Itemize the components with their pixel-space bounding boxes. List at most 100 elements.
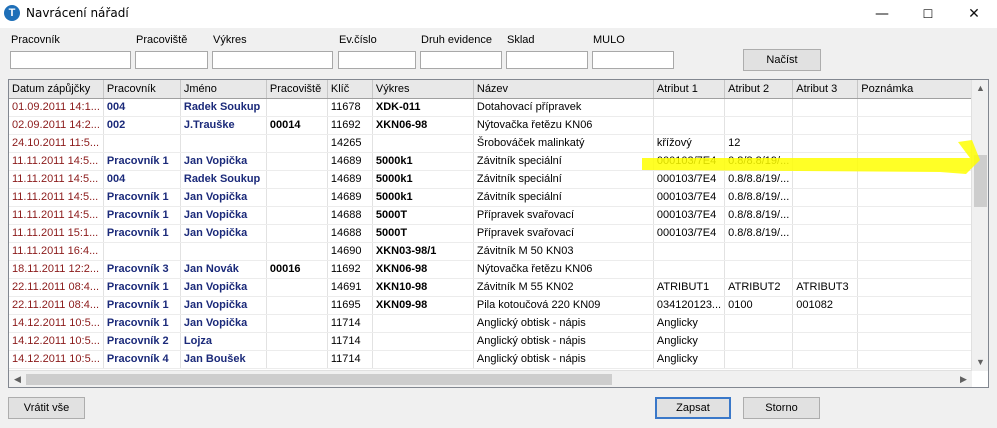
pracoviste-label: Pracoviště bbox=[136, 34, 188, 46]
cell-atribut2 bbox=[724, 350, 794, 369]
tool-app-icon: T bbox=[4, 5, 20, 21]
tools-grid[interactable]: Datum zápůjčky Pracovník Jméno Pracovišt… bbox=[8, 79, 989, 388]
evcislo-input[interactable] bbox=[338, 51, 416, 69]
table-row[interactable]: 11.11.2011 15:1... Pracovník 1 Jan Vopička… bbox=[9, 224, 984, 243]
cell-klic: 11692 bbox=[327, 116, 373, 135]
cell-pracoviste bbox=[266, 152, 328, 171]
col-header-vykres[interactable]: Výkres bbox=[372, 80, 474, 99]
cell-poznamka bbox=[857, 134, 984, 153]
cell-atribut1 bbox=[653, 242, 726, 261]
horizontal-scroll-thumb[interactable] bbox=[26, 374, 612, 385]
cancel-button[interactable]: Storno bbox=[743, 397, 820, 419]
cell-atribut1: 000103/7E4 bbox=[653, 224, 726, 243]
scroll-up-icon[interactable]: ▲ bbox=[972, 80, 988, 97]
table-row[interactable]: 01.09.2011 14:1... 004 Radek Soukup 11678 XD… bbox=[9, 98, 984, 117]
col-header-klic[interactable]: Klíč bbox=[327, 80, 373, 99]
mulo-label: MULO bbox=[593, 34, 625, 46]
cell-atribut2: 0.8/8.8/19/... bbox=[724, 170, 794, 189]
cell-atribut1: Anglicky bbox=[653, 332, 726, 351]
cell-datum: 24.10.2011 11:5... bbox=[9, 134, 104, 153]
cell-atribut1: 000103/7E4 bbox=[653, 188, 726, 207]
horizontal-scrollbar[interactable]: ◀ ▶ bbox=[9, 370, 972, 387]
cell-poznamka bbox=[857, 170, 984, 189]
col-header-poznamka[interactable]: Poznámka bbox=[857, 80, 984, 99]
cell-klic: 14690 bbox=[327, 242, 373, 261]
table-row[interactable]: 22.11.2011 08:4... Pracovník 1 Jan Vopička… bbox=[9, 296, 984, 315]
druh-evidence-input[interactable] bbox=[420, 51, 502, 69]
cell-datum: 18.11.2011 12:2... bbox=[9, 260, 104, 279]
window-title: Navrácení nářadí bbox=[26, 6, 129, 20]
cell-pracoviste bbox=[266, 206, 328, 225]
table-row[interactable]: 14.12.2011 10:5... Pracovník 1 Jan Vopička… bbox=[9, 314, 984, 333]
cell-nazev: Dotahovací přípravek bbox=[473, 98, 654, 117]
col-header-atribut2[interactable]: Atribut 2 bbox=[724, 80, 794, 99]
maximize-button[interactable]: ☐ bbox=[905, 0, 951, 28]
cell-jmeno: Jan Vopička bbox=[180, 206, 267, 225]
cell-klic: 11714 bbox=[327, 314, 373, 333]
col-header-jmeno[interactable]: Jméno bbox=[180, 80, 267, 99]
col-header-nazev[interactable]: Název bbox=[473, 80, 654, 99]
return-all-button[interactable]: Vrátit vše bbox=[8, 397, 85, 419]
vertical-scroll-thumb[interactable] bbox=[974, 155, 987, 207]
cell-atribut3 bbox=[792, 152, 859, 171]
mulo-input[interactable] bbox=[592, 51, 674, 69]
col-header-datum[interactable]: Datum zápůjčky bbox=[9, 80, 104, 99]
pracovnik-input[interactable] bbox=[10, 51, 131, 69]
table-row[interactable]: 18.11.2011 12:2... Pracovník 3 Jan Novák 00… bbox=[9, 260, 984, 279]
cell-klic: 14689 bbox=[327, 170, 373, 189]
minimize-button[interactable]: — bbox=[859, 0, 905, 28]
header-row: Datum zápůjčky Pracovník Jméno Pracovišt… bbox=[9, 80, 984, 99]
table-row[interactable]: 14.12.2011 10:5... Pracovník 2 Lojza 11714 A… bbox=[9, 332, 984, 351]
cell-atribut1: 000103/7E4 bbox=[653, 152, 726, 171]
cell-datum: 14.12.2011 10:5... bbox=[9, 332, 104, 351]
table-row[interactable]: 11.11.2011 14:5... 004 Radek Soukup 14689 50… bbox=[9, 170, 984, 189]
col-header-atribut1[interactable]: Atribut 1 bbox=[653, 80, 726, 99]
cell-klic: 11714 bbox=[327, 332, 373, 351]
load-button[interactable]: Načíst bbox=[743, 49, 821, 71]
cell-pracovnik bbox=[103, 242, 181, 261]
table-row[interactable]: 11.11.2011 14:5... Pracovník 1 Jan Vopička… bbox=[9, 152, 984, 171]
cell-nazev: Nýtovačka řetězu KN06 bbox=[473, 116, 654, 135]
cell-jmeno: J.Trauške bbox=[180, 116, 267, 135]
cell-atribut3 bbox=[792, 224, 859, 243]
cell-poznamka bbox=[857, 188, 984, 207]
cell-atribut2: 12 bbox=[724, 134, 794, 153]
cell-poznamka bbox=[857, 116, 984, 135]
col-header-atribut3[interactable]: Atribut 3 bbox=[792, 80, 859, 99]
table-row[interactable]: 11.11.2011 14:5... Pracovník 1 Jan Vopička… bbox=[9, 188, 984, 207]
cell-datum: 11.11.2011 14:5... bbox=[9, 188, 104, 207]
table-row[interactable]: 02.09.2011 14:2... 002 J.Trauške 00014 11692… bbox=[9, 116, 984, 135]
scroll-left-icon[interactable]: ◀ bbox=[9, 371, 26, 387]
cell-pracovnik: Pracovník 1 bbox=[103, 296, 181, 315]
cell-atribut1: 000103/7E4 bbox=[653, 206, 726, 225]
table-row[interactable]: 11.11.2011 14:5... Pracovník 1 Jan Vopička… bbox=[9, 206, 984, 225]
cell-jmeno: Jan Boušek bbox=[180, 350, 267, 369]
cell-atribut1: ATRIBUT1 bbox=[653, 278, 726, 297]
table-row[interactable]: 11.11.2011 16:4... 14690 XKN03-98/1 Závitní… bbox=[9, 242, 984, 261]
cell-atribut3 bbox=[792, 134, 859, 153]
table-row[interactable]: 14.12.2011 10:5... Pracovník 4 Jan Boušek 1… bbox=[9, 350, 984, 369]
cell-vykres: XKN10-98 bbox=[372, 278, 474, 297]
cell-jmeno: Radek Soukup bbox=[180, 170, 267, 189]
scroll-down-icon[interactable]: ▼ bbox=[972, 354, 988, 371]
cell-vykres: XKN06-98 bbox=[372, 116, 474, 135]
cell-nazev: Anglický obtisk - nápis bbox=[473, 314, 654, 333]
scroll-right-icon[interactable]: ▶ bbox=[955, 371, 972, 387]
vykres-input[interactable] bbox=[212, 51, 333, 69]
cell-poznamka bbox=[857, 350, 984, 369]
save-button[interactable]: Zapsat bbox=[655, 397, 731, 419]
table-row[interactable]: 24.10.2011 11:5... 14265 Šrobováček malink… bbox=[9, 134, 984, 153]
pracoviste-input[interactable] bbox=[135, 51, 208, 69]
col-header-pracovnik[interactable]: Pracovník bbox=[103, 80, 181, 99]
cell-vykres bbox=[372, 332, 474, 351]
cell-datum: 14.12.2011 10:5... bbox=[9, 314, 104, 333]
close-button[interactable]: ✕ bbox=[951, 0, 997, 28]
table-row[interactable]: 22.11.2011 08:4... Pracovník 1 Jan Vopička… bbox=[9, 278, 984, 297]
col-header-pracoviste[interactable]: Pracoviště bbox=[266, 80, 328, 99]
cell-pracovnik: Pracovník 4 bbox=[103, 350, 181, 369]
sklad-input[interactable] bbox=[506, 51, 588, 69]
cell-nazev: Závitník M 50 KN03 bbox=[473, 242, 654, 261]
vertical-scrollbar[interactable]: ▲ ▼ bbox=[971, 80, 988, 371]
druh-evidence-label: Druh evidence bbox=[421, 34, 492, 46]
vykres-label: Výkres bbox=[213, 34, 247, 46]
